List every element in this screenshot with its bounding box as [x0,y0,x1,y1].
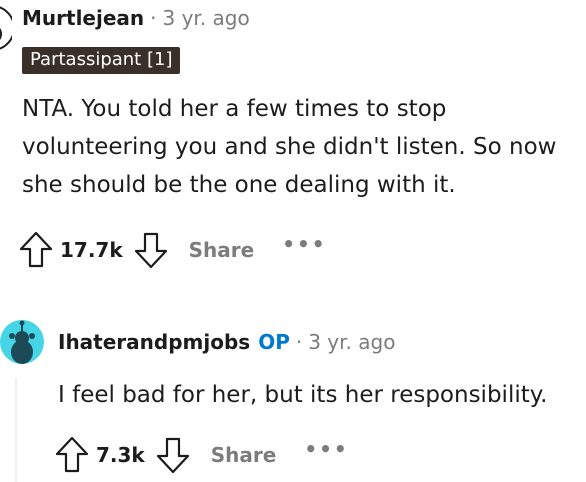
vote-score: 7.3k [96,443,145,467]
downvote-icon[interactable] [155,435,191,475]
avatar[interactable] [0,312,44,368]
share-button[interactable]: Share [189,238,255,262]
downvote-icon[interactable] [133,230,169,270]
user-flair: Partassipant [1] [22,47,181,74]
thread-line[interactable] [15,378,17,482]
separator-dot: · [150,6,157,30]
more-options-button[interactable]: ••• [304,437,348,461]
comment-header: Ihaterandpmjobs OP · 3 yr. ago [58,330,395,354]
upvote-icon[interactable] [54,435,90,475]
more-options-button[interactable]: ••• [282,232,326,256]
comment-body: NTA. You told her a few times to stop vo… [22,96,557,198]
username-link[interactable]: Murtlejean [22,6,144,30]
vote-score: 17.7k [60,238,123,262]
separator-dot: · [295,330,303,354]
timestamp[interactable]: 3 yr. ago [163,6,250,30]
upvote-icon[interactable] [18,230,54,270]
avatar[interactable] [0,0,12,56]
comment-actions: 7.3k Share ••• [54,435,349,475]
share-button[interactable]: Share [211,443,277,467]
username-link[interactable]: Ihaterandpmjobs [58,330,250,354]
op-badge: OP [258,330,290,354]
comment-body: I feel bad for her, but its her responsi… [58,382,548,408]
comment-header: Murtlejean · 3 yr. ago [22,6,250,30]
comment-actions: 17.7k Share ••• [18,230,327,270]
timestamp[interactable]: 3 yr. ago [308,330,395,354]
